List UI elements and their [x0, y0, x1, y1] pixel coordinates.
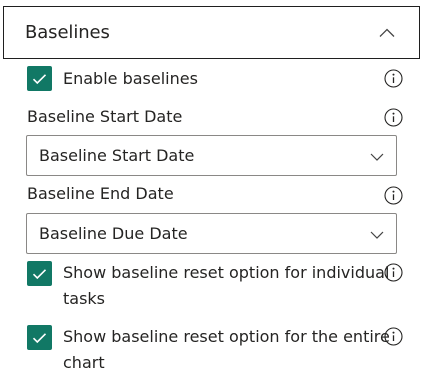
baselines-panel: Baselines Enable baselines Baseline Star… [0, 0, 423, 384]
checkmark-icon [32, 332, 47, 343]
baselines-section-header[interactable]: Baselines [3, 6, 420, 59]
info-circle-icon[interactable] [384, 263, 403, 282]
checkmark-icon [32, 73, 47, 84]
info-circle-icon[interactable] [384, 69, 403, 88]
reset-entire-label: Show baseline reset option for the entir… [63, 327, 390, 372]
chevron-down-icon [370, 224, 384, 243]
chevron-up-icon[interactable] [379, 25, 395, 41]
checkmark-icon [32, 268, 47, 279]
enable-baselines-label: Enable baselines [63, 69, 198, 88]
info-circle-icon[interactable] [384, 327, 403, 346]
reset-individual-checkbox[interactable] [27, 261, 52, 286]
end-date-label: Baseline End Date [27, 184, 174, 203]
reset-entire-row: Show baseline reset option for the entir… [27, 324, 403, 376]
start-date-label: Baseline Start Date [27, 107, 183, 126]
reset-entire-checkbox[interactable] [27, 325, 52, 350]
info-circle-icon[interactable] [384, 108, 403, 127]
start-date-dropdown[interactable]: Baseline Start Date [26, 135, 397, 176]
end-date-value: Baseline Due Date [39, 224, 188, 243]
section-title: Baselines [25, 22, 110, 43]
end-date-dropdown[interactable]: Baseline Due Date [26, 213, 397, 254]
enable-baselines-row: Enable baselines [27, 66, 403, 92]
start-date-value: Baseline Start Date [39, 146, 195, 165]
reset-individual-label: Show baseline reset option for individua… [63, 263, 390, 308]
info-circle-icon[interactable] [384, 186, 403, 205]
enable-baselines-checkbox[interactable] [27, 66, 52, 91]
reset-individual-row: Show baseline reset option for individua… [27, 260, 403, 312]
chevron-down-icon [370, 146, 384, 165]
